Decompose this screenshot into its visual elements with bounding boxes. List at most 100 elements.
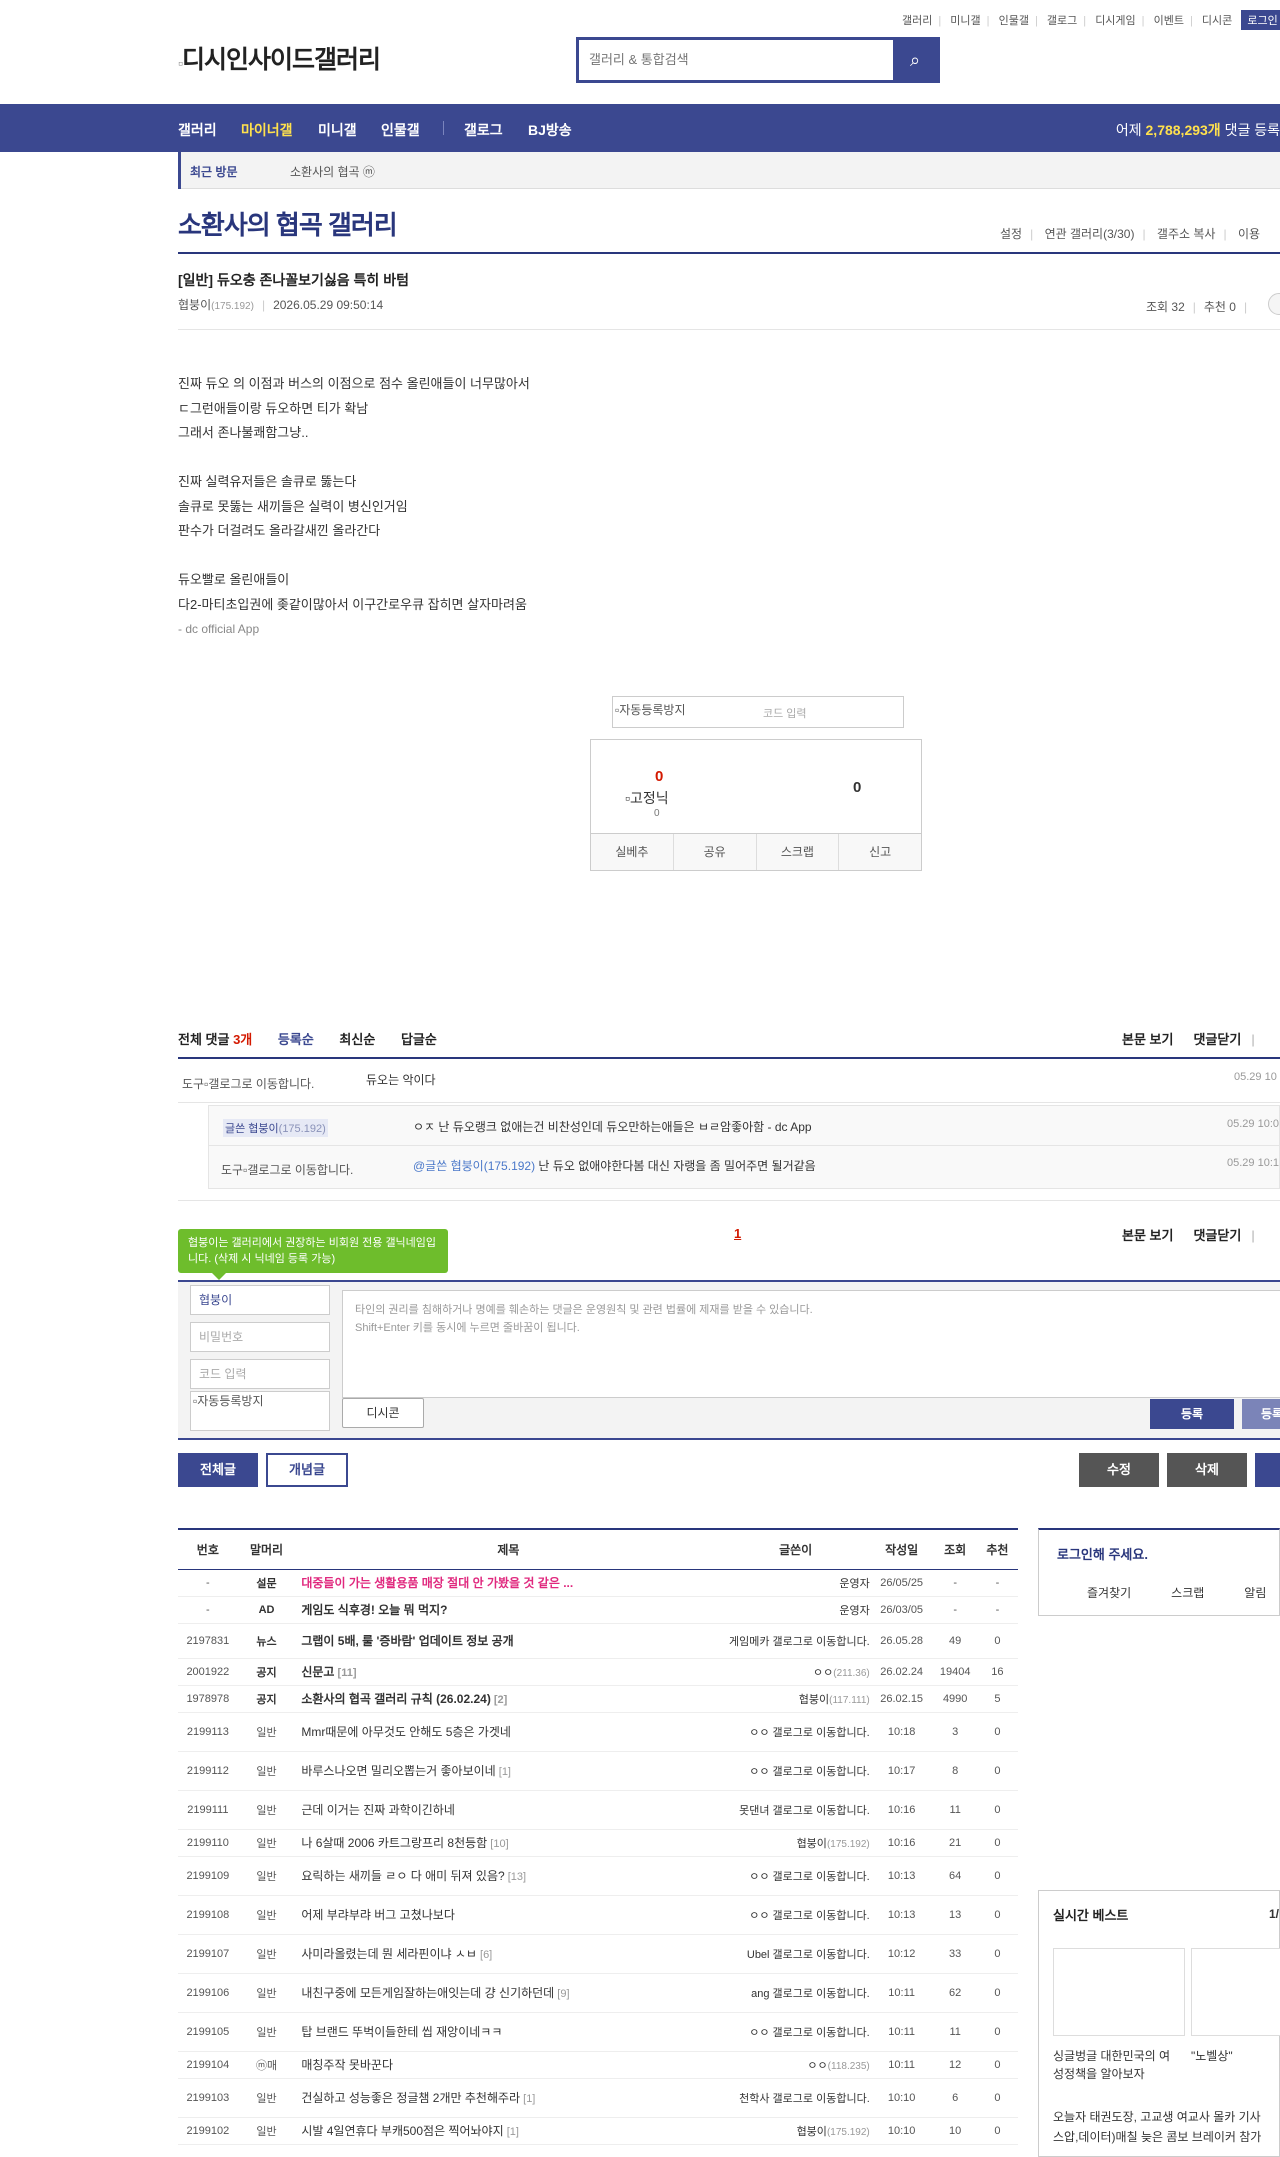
nav-person-gallery[interactable]: 인물갤 [381, 120, 420, 140]
post-title-link[interactable]: 바루스나오면 밀리오뽑는거 좋아보이네 [1] [295, 1751, 722, 1791]
search-input[interactable] [579, 40, 879, 78]
table-row[interactable]: 2199105 일반 탑 브랜드 뚜벅이들한테 씹 재앙이네ㅋㅋ ㅇㅇ 갤로그로 이동… [178, 2012, 1018, 2052]
post-title-link[interactable]: 게임도 식후경! 오늘 뭐 먹지? [295, 1596, 722, 1624]
scrap-link[interactable]: 스크랩 [1171, 1586, 1204, 1600]
best-thumbnail[interactable] [1053, 1948, 1185, 2036]
reply-count[interactable]: [11] [334, 1667, 357, 1679]
delete-button[interactable]: 삭제 [1167, 1453, 1247, 1487]
post-title-link[interactable]: 대중들이 가는 생활용품 매장 절대 안 가봤을 것 같은 ... [295, 1569, 722, 1597]
submit-button[interactable]: 등록 [1150, 1399, 1234, 1429]
table-row[interactable]: 2199107 일반 사미라올렸는데 뭔 세라핀이냐 ㅅㅂ [6] Ubel 갤로그로… [178, 1934, 1018, 1974]
sort-latest[interactable]: 최신순 [339, 1032, 375, 1047]
best-caption[interactable]: "노벨상" [1191, 2047, 1233, 2065]
view-body-link[interactable]: 본문 보기 [1122, 1032, 1173, 1047]
post-writer[interactable]: Ubel 갤로그로 이동합니다. [721, 1934, 870, 1974]
post-writer[interactable]: 협붕이(175.192) [721, 2117, 870, 2145]
reply-count[interactable]: [9] [554, 1988, 569, 2000]
table-row[interactable]: 1978978 공지 소환사의 협곡 갤러리 규칙 (26.02.24) [2] 협붕… [178, 1685, 1018, 1713]
best-caption[interactable]: 싱글벙글 대한민국의 여 성정책을 알아보자 [1053, 2047, 1170, 2083]
post-title-link[interactable]: 탑 브랜드 뚜벅이들한테 씹 재앙이네ㅋㅋ [295, 2012, 722, 2052]
nav-mini-gallery[interactable]: 미니갤 [318, 120, 357, 140]
post-title-link[interactable]: 건실하고 성능좋은 정글챔 2개만 추천해주라 [1] [295, 2078, 722, 2118]
comment-textarea[interactable]: 타인의 권리를 침해하거나 명예를 훼손하는 댓글은 운영원칙 및 관련 법률에… [342, 1290, 1280, 1398]
table-row[interactable]: 2001922 공지 신문고 [11] ㅇㅇ(211.36) 26.02.24 19404… [178, 1658, 1018, 1686]
upvote-button[interactable]: ▫고정닉 [625, 788, 669, 808]
table-row[interactable]: 2199111 일반 근데 이거는 진짜 과학이긴하네 못댄녀 갤로그로 이동합니다.… [178, 1790, 1018, 1830]
nickname-field[interactable]: 협붕이 [190, 1285, 330, 1315]
notice-link[interactable]: 알림 [1244, 1586, 1266, 1600]
post-title-link[interactable]: 내친구중에 모든게임잘하는애잇는데 걍 신기하던데 [9] [295, 1973, 722, 2013]
table-row[interactable]: - 설문 대중들이 가는 생활용품 매장 절대 안 가봤을 것 같은 ... 운영자 2… [178, 1569, 1018, 1597]
view-body-link[interactable]: 본문 보기 [1122, 1228, 1173, 1243]
recent-visit-item[interactable]: 소환사의 협곡 ⓜ [290, 163, 375, 180]
post-writer[interactable]: 천학사 갤로그로 이동합니다. [721, 2078, 870, 2118]
sort-replies[interactable]: 답글순 [401, 1032, 437, 1047]
close-comments-link[interactable]: 댓글닫기 [1193, 1032, 1241, 1047]
post-author[interactable]: 협붕이 [178, 298, 211, 312]
nav-bj[interactable]: BJ방송 [528, 120, 572, 140]
post-title-link[interactable]: 요릭하는 새끼들 ㄹㅇ 다 애미 뒤져 있음? [13] [295, 1856, 722, 1896]
post-title-link[interactable]: 신문고 [11] [295, 1658, 722, 1686]
post-writer[interactable]: ㅇㅇ(211.36) [721, 1658, 870, 1686]
comment-author[interactable]: 도구▫갤로그로 이동합니다. [182, 1075, 314, 1092]
nav-gallog[interactable]: 갤로그 [464, 120, 503, 140]
table-row[interactable]: 2199110 일반 나 6살때 2006 카트그랑프리 8천등함 [10] 협붕이(… [178, 1829, 1018, 1857]
table-row[interactable]: 2199103 일반 건실하고 성능좋은 정글챔 2개만 추천해주라 [1] 천학사 … [178, 2078, 1018, 2118]
post-title-link[interactable]: 소환사의 협곡 갤러리 규칙 (26.02.24) [2] [295, 1685, 722, 1713]
close-comments-link[interactable]: 댓글닫기 [1193, 1228, 1241, 1243]
post-title-link[interactable]: 나 6살때 2006 카트그랑프리 8천등함 [10] [295, 1829, 722, 1857]
favorites-link[interactable]: 즐겨찾기 [1087, 1586, 1131, 1600]
nav-minor-gallery[interactable]: 마이너갤 [241, 120, 293, 140]
post-writer[interactable]: ㅇㅇ(118.235) [721, 2051, 870, 2079]
nav-gallery[interactable]: 갤러리 [178, 120, 217, 140]
captcha-input[interactable]: 코드 입력 [763, 705, 807, 721]
post-title-link[interactable]: 어제 부랴부랴 버그 고쳤나보다 [295, 1895, 722, 1935]
post-writer[interactable]: 운영자 [721, 1596, 870, 1624]
reply-count[interactable]: [6] [477, 1949, 492, 1961]
sort-registered[interactable]: 등록순 [278, 1032, 314, 1047]
scrap-button[interactable]: 스크랩 [757, 834, 840, 870]
post-writer[interactable]: 게임메카 갤로그로 이동합니다. [721, 1623, 870, 1659]
topmenu-event[interactable]: 이벤트 [1154, 15, 1184, 27]
all-posts-button[interactable]: 전체글 [178, 1453, 258, 1487]
site-logo[interactable]: ▫디시인사이드갤러리 [178, 40, 381, 76]
post-writer[interactable]: ㅇㅇ 갤로그로 이동합니다. [721, 1856, 870, 1896]
post-title-link[interactable]: 시발 4일연휴다 부캐500점은 찍어놔야지 [1] [295, 2117, 722, 2145]
topmenu-person[interactable]: 인물갤 [999, 15, 1029, 27]
table-row[interactable]: 2199102 일반 시발 4일연휴다 부캐500점은 찍어놔야지 [1] 협붕이(1… [178, 2117, 1018, 2145]
reply-count[interactable]: [1] [520, 2093, 535, 2105]
write-button[interactable] [1255, 1453, 1280, 1487]
table-row[interactable]: 2199106 일반 내친구중에 모든게임잘하는애잇는데 걍 신기하던데 [9] an… [178, 1973, 1018, 2013]
best-news-item[interactable]: 스압,데이터)매칠 늦은 콤보 브레이커 참가 [1053, 2127, 1261, 2147]
reply-count[interactable]: [1] [496, 1766, 511, 1778]
copy-address[interactable]: 갤주소 복사 [1157, 227, 1216, 241]
reply-count[interactable]: [2] [491, 1694, 507, 1706]
post-title-link[interactable]: 매칭주작 못바꾼다 [295, 2051, 722, 2079]
password-field[interactable]: 비밀번호 [190, 1322, 330, 1352]
share-button[interactable]: 공유 [674, 834, 757, 870]
edit-button[interactable]: 수정 [1079, 1453, 1159, 1487]
code-field[interactable]: 코드 입력 [190, 1359, 330, 1389]
reply-author[interactable]: 도구▫갤로그로 이동합니다. [221, 1161, 353, 1178]
topmenu-gallery[interactable]: 갤러리 [902, 15, 932, 27]
topmenu-gallog[interactable]: 갤로그 [1047, 15, 1077, 27]
gallery-settings[interactable]: 설정 [1000, 227, 1022, 241]
post-writer[interactable]: 협붕이(175.192) [721, 1829, 870, 1857]
post-writer[interactable]: 못댄녀 갤로그로 이동합니다. [721, 1790, 870, 1830]
reply-author[interactable]: 글쓴 협붕이(175.192) [223, 1119, 328, 1137]
reply-count[interactable]: [1] [504, 2126, 519, 2138]
downvote-count[interactable]: 0 [853, 779, 861, 796]
post-title-link[interactable]: Mmr때문에 아무것도 안해도 5층은 가겟네 [295, 1712, 722, 1752]
table-row[interactable]: - AD 게임도 식후경! 오늘 뭐 먹지? 운영자 26/03/05- - [178, 1596, 1018, 1624]
post-writer[interactable]: ㅇㅇ 갤로그로 이동합니다. [721, 2012, 870, 2052]
reply-count[interactable]: [10] [487, 1838, 508, 1850]
table-row[interactable]: 2199113 일반 Mmr때문에 아무것도 안해도 5층은 가겟네 ㅇㅇ 갤로그로 … [178, 1712, 1018, 1752]
search-button[interactable]: ⌕ [893, 40, 937, 80]
table-row[interactable]: 2199108 일반 어제 부랴부랴 버그 고쳤나보다 ㅇㅇ 갤로그로 이동합니다. 1… [178, 1895, 1018, 1935]
post-writer[interactable]: 운영자 [721, 1569, 870, 1597]
gallery-title[interactable]: 소환사의 협곡 갤러리 [178, 205, 398, 242]
gallery-usage[interactable]: 이용 [1238, 227, 1260, 241]
table-row[interactable]: 2199104 ⓜ매 매칭주작 못바꾼다 ㅇㅇ(118.235) 10:11 12 0 [178, 2051, 1018, 2079]
post-title-link[interactable]: 사미라올렸는데 뭔 세라핀이냐 ㅅㅂ [6] [295, 1934, 722, 1974]
topmenu-dcgame[interactable]: 디시게임 [1095, 15, 1135, 27]
